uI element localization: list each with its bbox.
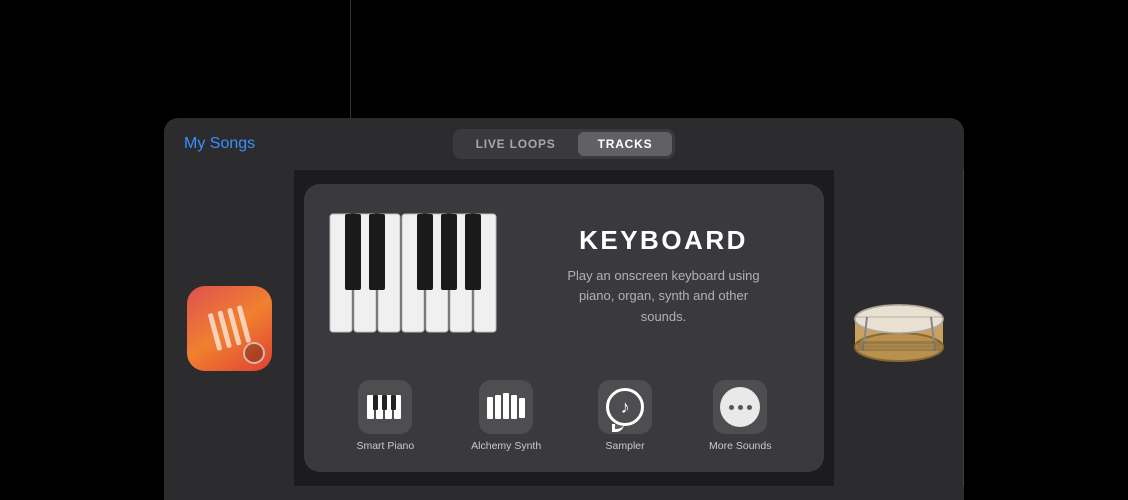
card-top-section: KEYBOARD Play an onscreen keyboard using… xyxy=(328,204,800,348)
sub-items-row: Smart Piano A xyxy=(328,366,800,452)
tab-tracks[interactable]: TRACKS xyxy=(578,132,673,156)
music-note-icon: ♪ xyxy=(598,380,652,434)
sub-item-more-sounds[interactable]: More Sounds xyxy=(709,380,771,452)
tab-live-loops[interactable]: LIVE LOOPS xyxy=(456,132,576,156)
keyboard-card[interactable]: KEYBOARD Play an onscreen keyboard using… xyxy=(304,184,824,472)
sub-item-alchemy-synth[interactable]: Alchemy Synth xyxy=(471,380,541,452)
vertical-line xyxy=(350,0,351,120)
sub-item-smart-piano[interactable]: Smart Piano xyxy=(356,380,414,452)
sub-label-alchemy-synth: Alchemy Synth xyxy=(471,440,541,452)
drum-illustration xyxy=(849,281,949,376)
right-partial-card[interactable] xyxy=(834,170,964,486)
left-card-icon xyxy=(187,286,272,371)
dots-icon xyxy=(713,380,767,434)
top-area xyxy=(0,0,1128,120)
header-bar: My Songs LIVE LOOPS TRACKS xyxy=(164,118,964,170)
right-line xyxy=(963,170,964,486)
app-background: My Songs LIVE LOOPS TRACKS xyxy=(0,0,1128,500)
my-songs-button[interactable]: My Songs xyxy=(184,135,255,153)
synth-icon xyxy=(479,380,533,434)
sub-label-smart-piano: Smart Piano xyxy=(356,440,414,452)
piano-icon xyxy=(358,380,412,434)
keyboard-illustration xyxy=(328,209,503,344)
main-content: KEYBOARD Play an onscreen keyboard using… xyxy=(164,170,964,486)
bottom-bar xyxy=(164,486,964,500)
card-text-section: KEYBOARD Play an onscreen keyboard using… xyxy=(527,225,800,326)
clock-icon xyxy=(243,342,265,364)
sub-label-sampler: Sampler xyxy=(606,440,645,452)
left-partial-card[interactable] xyxy=(164,170,294,486)
stripes-icon xyxy=(207,305,251,351)
sub-item-sampler[interactable]: ♪ Sampler xyxy=(598,380,652,452)
app-wrapper: My Songs LIVE LOOPS TRACKS xyxy=(164,118,964,500)
card-description: Play an onscreen keyboard using piano, o… xyxy=(559,266,769,326)
tab-group: LIVE LOOPS TRACKS xyxy=(453,129,676,159)
card-title: KEYBOARD xyxy=(527,225,800,256)
sub-label-more-sounds: More Sounds xyxy=(709,440,771,452)
